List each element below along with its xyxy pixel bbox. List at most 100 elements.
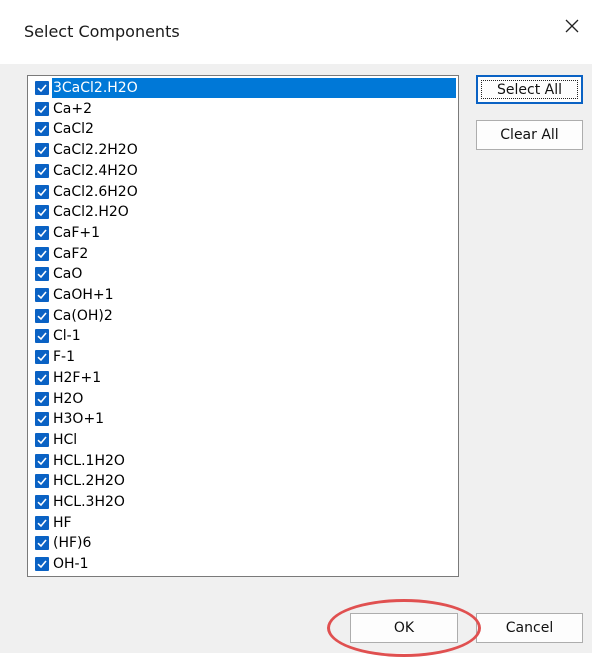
list-item-label: CaCl2.2H2O <box>53 142 138 159</box>
checkbox[interactable] <box>35 184 49 199</box>
list-item-label: (HF)6 <box>53 535 92 552</box>
checkmark-icon <box>37 187 47 196</box>
list-item[interactable]: (HF)6 <box>32 533 456 553</box>
checkbox[interactable] <box>35 81 49 95</box>
close-button[interactable] <box>552 8 592 48</box>
checkmark-icon <box>37 312 47 320</box>
checkbox[interactable] <box>35 143 49 158</box>
list-item-label: CaCl2.4H2O <box>53 162 138 179</box>
checkbox[interactable] <box>35 453 49 468</box>
list-item-label: HCl <box>53 431 78 448</box>
checkmark-icon <box>37 291 47 300</box>
list-item[interactable]: CaOH+1 <box>32 285 456 305</box>
checkmark-icon <box>37 167 47 175</box>
checkmark-icon <box>37 539 47 548</box>
checkmark-icon <box>37 84 47 93</box>
checkmark-icon <box>37 146 47 155</box>
list-item-label: Ca(OH)2 <box>53 307 113 324</box>
list-item-label: CaO <box>53 266 83 283</box>
list-item[interactable]: 3CaCl2.H2O <box>32 78 456 98</box>
list-item[interactable]: CaCl2 <box>32 119 456 139</box>
checkbox[interactable] <box>35 350 49 365</box>
list-item-label: CaF+1 <box>53 224 101 241</box>
list-item[interactable]: HCL.3H2O <box>32 492 456 512</box>
checkmark-icon <box>37 415 47 424</box>
clear-all-label: Clear All <box>500 127 559 143</box>
checkbox[interactable] <box>35 495 49 509</box>
list-item[interactable]: CaCl2.6H2O <box>32 182 456 202</box>
checkbox[interactable] <box>35 101 49 116</box>
checkbox[interactable] <box>35 515 49 530</box>
list-item[interactable]: H3O+1 <box>32 409 456 429</box>
checkbox[interactable] <box>35 308 49 323</box>
ok-label: OK <box>393 620 415 636</box>
list-item-label: H2O <box>53 390 84 407</box>
list-item-label: HCL.1H2O <box>53 452 125 469</box>
checkbox[interactable] <box>35 412 49 427</box>
checkmark-icon <box>37 394 47 403</box>
list-item[interactable]: OH-1 <box>32 554 456 574</box>
list-item[interactable]: Ca+2 <box>32 99 456 119</box>
checkbox[interactable] <box>35 557 49 572</box>
checkbox[interactable] <box>35 163 49 178</box>
select-all-button[interactable]: Select All <box>476 75 583 104</box>
checkmark-icon <box>37 374 47 382</box>
checkbox[interactable] <box>35 267 49 282</box>
list-item[interactable]: Cl-1 <box>32 326 456 346</box>
list-item-label: HCL.2H2O <box>53 473 125 490</box>
checkmark-icon <box>37 208 47 217</box>
list-item[interactable]: HCl <box>32 430 456 450</box>
list-item[interactable]: H2F+1 <box>32 368 456 388</box>
checkmark-icon <box>37 250 47 258</box>
checkbox[interactable] <box>35 370 49 385</box>
focus-rectangle <box>481 80 578 99</box>
checkmark-icon <box>37 332 47 341</box>
checkmark-icon <box>37 105 47 113</box>
list-item[interactable]: CaCl2.2H2O <box>32 140 456 160</box>
title-bar: Select Components <box>0 0 592 64</box>
checkbox[interactable] <box>35 225 49 240</box>
ok-button[interactable]: OK <box>350 613 458 643</box>
clear-all-button[interactable]: Clear All <box>476 120 583 150</box>
checkbox[interactable] <box>35 432 49 447</box>
list-item[interactable]: CaF+1 <box>32 223 456 243</box>
checkmark-icon <box>37 457 47 465</box>
list-item[interactable]: Ca(OH)2 <box>32 306 456 326</box>
list-item-label: HF <box>53 514 72 531</box>
list-item[interactable]: H2O <box>32 389 456 409</box>
checkbox[interactable] <box>35 536 49 551</box>
list-item-label: H2F+1 <box>53 369 102 386</box>
checkmark-icon <box>37 270 47 279</box>
checkmark-icon <box>37 477 47 486</box>
list-item-label: F-1 <box>53 349 76 366</box>
list-item-label: 3CaCl2.H2O <box>52 78 456 98</box>
list-item[interactable]: HF <box>32 513 456 533</box>
list-item[interactable]: F-1 <box>32 347 456 367</box>
checkbox[interactable] <box>35 474 49 489</box>
list-item-label: H3O+1 <box>53 411 105 428</box>
list-item[interactable]: CaO <box>32 264 456 284</box>
list-item[interactable]: CaCl2.H2O <box>32 202 456 222</box>
list-item-label: CaF2 <box>53 245 89 262</box>
list-item-label: HCL.3H2O <box>53 494 125 510</box>
checkbox[interactable] <box>35 288 49 302</box>
checkbox[interactable] <box>35 122 49 137</box>
list-item-label: OH-1 <box>53 556 89 573</box>
checkbox[interactable] <box>35 205 49 220</box>
checkmark-icon <box>37 436 47 445</box>
components-listbox[interactable]: 3CaCl2.H2O Ca+2 CaCl2 CaCl2.2H2O CaCl2.4H2O C… <box>27 75 459 577</box>
list-item[interactable]: CaCl2.4H2O <box>32 161 456 181</box>
checkbox[interactable] <box>35 246 49 261</box>
checkmark-icon <box>37 519 47 527</box>
list-item[interactable]: HCL.1H2O <box>32 451 456 471</box>
list-item[interactable]: CaF2 <box>32 244 456 264</box>
close-icon <box>564 18 580 38</box>
list-item-label: Cl-1 <box>53 328 81 345</box>
checkmark-icon <box>37 353 47 362</box>
list-item[interactable]: HCL.2H2O <box>32 471 456 491</box>
list-item-label: CaCl2.6H2O <box>53 183 138 200</box>
checkbox[interactable] <box>35 329 49 344</box>
checkbox[interactable] <box>35 391 49 406</box>
cancel-button[interactable]: Cancel <box>476 613 583 643</box>
checkmark-icon <box>37 560 47 569</box>
